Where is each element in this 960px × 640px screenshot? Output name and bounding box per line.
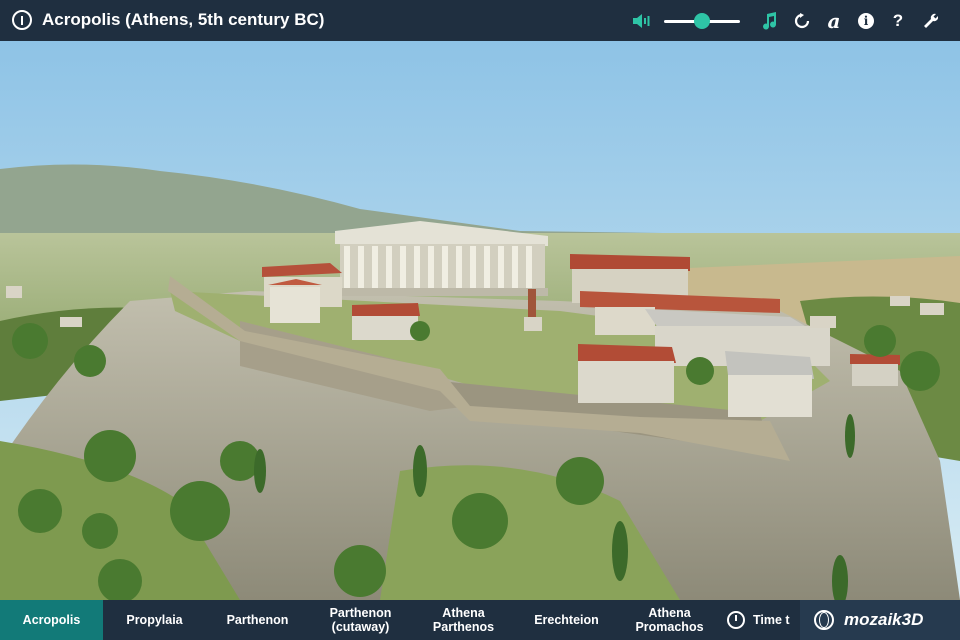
small-temple	[352, 303, 420, 340]
top-toolbar: Acropolis (Athens, 5th century BC) a i ?	[0, 0, 960, 41]
letter-a-glyph: a	[827, 8, 841, 33]
tab-label: Parthenon	[226, 613, 289, 627]
music-note-icon[interactable]	[754, 0, 786, 41]
tab-label: Propylaia	[126, 613, 183, 627]
tab-label: Acropolis	[22, 613, 81, 627]
volume-slider[interactable]	[664, 11, 740, 31]
globe-icon[interactable]	[814, 610, 834, 630]
page-title: Acropolis (Athens, 5th century BC)	[42, 10, 325, 29]
tab-acropolis[interactable]: Acropolis	[0, 600, 103, 640]
toolbar-tools: a i ?	[626, 0, 946, 41]
power-icon[interactable]	[12, 10, 32, 30]
info-icon[interactable]: i	[850, 0, 882, 41]
tab-erechteion[interactable]: Erechteion	[515, 600, 618, 640]
3d-viewport[interactable]	[0, 41, 960, 600]
tab-label: Athena Promachos	[635, 606, 704, 634]
brand-area: mozaik3D	[800, 600, 960, 640]
letter-a-icon[interactable]: a	[818, 0, 850, 41]
help-glyph: ?	[892, 10, 904, 30]
tab-label: Parthenon (cutaway)	[329, 606, 392, 634]
tab-athena-promachos[interactable]: Athena Promachos	[618, 600, 721, 640]
time-icon	[727, 611, 745, 629]
info-glyph: i	[858, 12, 874, 29]
tab-label: Erechteion	[534, 613, 599, 627]
acropolis-scene	[0, 41, 960, 600]
tab-propylaia[interactable]: Propylaia	[103, 600, 206, 640]
wrench-icon[interactable]	[914, 0, 946, 41]
tab-parthenon-cutaway[interactable]: Parthenon (cutaway)	[309, 600, 412, 640]
tab-athena-parthenos[interactable]: Athena Parthenos	[412, 600, 515, 640]
reset-icon[interactable]	[786, 0, 818, 41]
volume-icon[interactable]	[626, 0, 658, 41]
time-travel-label: Time t	[753, 613, 790, 627]
tab-parthenon[interactable]: Parthenon	[206, 600, 309, 640]
tab-label: Athena Parthenos	[432, 606, 495, 634]
time-travel-button[interactable]: Time t	[721, 600, 793, 640]
volume-slider-thumb[interactable]	[694, 12, 710, 29]
help-icon[interactable]: ?	[882, 0, 914, 41]
brand-logo: mozaik3D	[844, 610, 924, 629]
